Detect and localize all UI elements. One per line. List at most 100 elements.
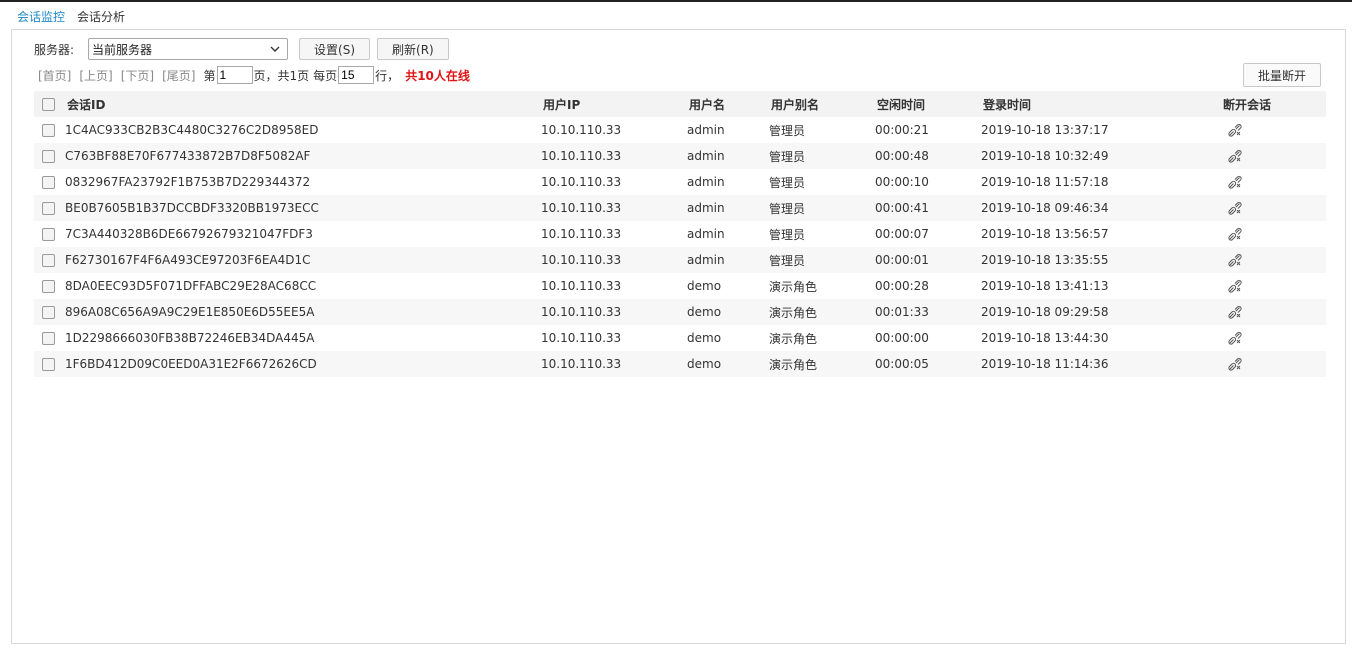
page-number-input[interactable] [216,66,253,84]
disconnect-icon[interactable] [1227,122,1243,138]
disconnect-icon[interactable] [1227,174,1243,190]
disconnect-icon[interactable] [1227,330,1243,346]
cell-session-id: 896A08C656A9A9C29E1E850E6D55EE5A [60,299,536,325]
pager: [首页] [上页] [下页] [尾页] 第 页，共1页 每页 行， 共10人在线 [38,65,470,85]
cell-login-time: 2019-10-18 13:44:30 [981,331,1109,345]
cell-username: admin [682,143,764,169]
cell-session-id: 7C3A440328B6DE66792679321047FDF3 [65,227,313,241]
row-checkbox[interactable] [42,228,55,241]
cell-session-id: 1D2298666030FB38B72246EB34DA445A [65,331,315,345]
disconnect-icon[interactable] [1227,356,1243,372]
cell-session-id: BE0B7605B1B37DCCBDF3320BB1973ECC [60,195,536,221]
refresh-button[interactable]: 刷新(R) [377,38,449,60]
cell-username: admin [687,123,725,137]
row-checkbox[interactable] [42,124,55,137]
cell-disconnect [1216,273,1326,299]
cell-login-time: 2019-10-18 11:57:18 [981,175,1109,189]
cell-disconnect [1216,143,1326,169]
cell-alias: 管理员 [764,247,870,273]
cell-idle-time: 00:00:10 [875,175,929,189]
per-page-prefix: 每页 [313,68,338,83]
table-row: 1D2298666030FB38B72246EB34DA445A 10.10.11… [34,325,1326,351]
cell-username: demo [687,279,722,293]
table-row: 896A08C656A9A9C29E1E850E6D55EE5A 10.10.11… [34,299,1326,325]
cell-login-time: 2019-10-18 09:46:34 [976,195,1216,221]
row-checkbox[interactable] [42,202,55,215]
cell-alias: 管理员 [764,143,870,169]
cell-disconnect [1216,195,1326,221]
cell-idle-time: 00:00:41 [870,195,976,221]
disconnect-icon[interactable] [1227,304,1243,320]
page-suffix: 页，共1页 [253,68,310,83]
cell-session-id: 1F6BD412D09C0EED0A31E2F6672626CD [60,351,536,377]
cell-disconnect [1216,247,1326,273]
cell-idle-time: 00:00:48 [870,143,976,169]
batch-disconnect-button[interactable]: 批量断开 [1243,63,1321,87]
cell-session-id: C763BF88E70F677433872B7D8F5082AF [60,143,536,169]
disconnect-icon[interactable] [1227,148,1243,164]
cell-username: demo [682,299,764,325]
cell-login-time: 2019-10-18 13:35:55 [976,247,1216,273]
header-login-time: 登录时间 [976,91,1216,117]
cell-login-time: 2019-10-18 09:29:58 [976,299,1216,325]
cell-user-ip: 10.10.110.33 [541,279,622,293]
cell-username: demo [682,351,764,377]
disconnect-icon[interactable] [1227,278,1243,294]
disconnect-icon[interactable] [1227,226,1243,242]
cell-username: admin [687,227,725,241]
cell-user-ip: 10.10.110.33 [541,331,622,345]
tab-bar: 会话监控 会话分析 [11,6,131,31]
tab-session-monitor[interactable]: 会话监控 [11,6,72,31]
header-session-id: 会话ID [60,91,536,117]
cell-login-time: 2019-10-18 13:41:13 [981,279,1109,293]
cell-disconnect [1216,221,1326,247]
row-checkbox[interactable] [42,150,55,163]
cell-user-ip: 10.10.110.33 [536,195,682,221]
next-page-link[interactable]: [下页] [121,67,154,84]
table-row: 0832967FA23792F1B753B7D229344372 10.10.11… [34,169,1326,195]
row-checkbox[interactable] [42,306,55,319]
row-checkbox[interactable] [42,280,55,293]
last-page-link[interactable]: [尾页] [162,67,195,84]
first-page-link[interactable]: [首页] [38,67,71,84]
settings-button[interactable]: 设置(S) [299,38,371,60]
cell-username: admin [682,247,764,273]
header-alias: 用户别名 [764,91,870,117]
prev-page-link[interactable]: [上页] [79,67,112,84]
header-idle-time: 空闲时间 [870,91,976,117]
row-checkbox[interactable] [42,176,55,189]
cell-disconnect [1216,299,1326,325]
header-username: 用户名 [682,91,764,117]
tab-session-analysis[interactable]: 会话分析 [71,6,131,29]
cell-disconnect [1216,351,1326,377]
cell-disconnect [1216,117,1326,143]
cell-alias: 演示角色 [769,331,818,346]
table-row: BE0B7605B1B37DCCBDF3320BB1973ECC 10.10.11… [34,195,1326,221]
table-row: 8DA0EEC93D5F071DFFABC29E28AC68CC 10.10.11… [34,273,1326,299]
select-all-checkbox[interactable] [42,98,55,111]
disconnect-icon[interactable] [1227,252,1243,268]
row-checkbox[interactable] [42,332,55,345]
per-page-input[interactable] [338,66,375,84]
table-header-row: 会话ID 用户IP 用户名 用户别名 空闲时间 登录时间 断开会话 [34,91,1326,117]
table-row: 7C3A440328B6DE66792679321047FDF3 10.10.11… [34,221,1326,247]
cell-session-id: 1C4AC933CB2B3C4480C3276C2D8958ED [65,123,319,137]
server-select[interactable]: 当前服务器 [88,38,289,60]
row-checkbox[interactable] [42,254,55,267]
online-count: 共10人在线 [405,68,470,83]
table-row: 1F6BD412D09C0EED0A31E2F6672626CD 10.10.11… [34,351,1326,377]
cell-alias: 演示角色 [764,299,870,325]
window-top-border [0,0,1352,2]
cell-login-time: 2019-10-18 13:37:17 [981,123,1109,137]
disconnect-icon[interactable] [1227,200,1243,216]
cell-user-ip: 10.10.110.33 [536,143,682,169]
row-checkbox[interactable] [42,358,55,371]
cell-idle-time: 00:00:28 [875,279,929,293]
toolbar: 服务器: 当前服务器 设置(S) 刷新(R) [34,37,449,61]
cell-idle-time: 00:00:01 [870,247,976,273]
cell-alias: 演示角色 [769,279,818,294]
per-page-suffix: 行， [375,68,400,83]
cell-user-ip: 10.10.110.33 [541,227,622,241]
chevron-down-icon [270,46,280,52]
cell-idle-time: 00:00:00 [875,331,929,345]
